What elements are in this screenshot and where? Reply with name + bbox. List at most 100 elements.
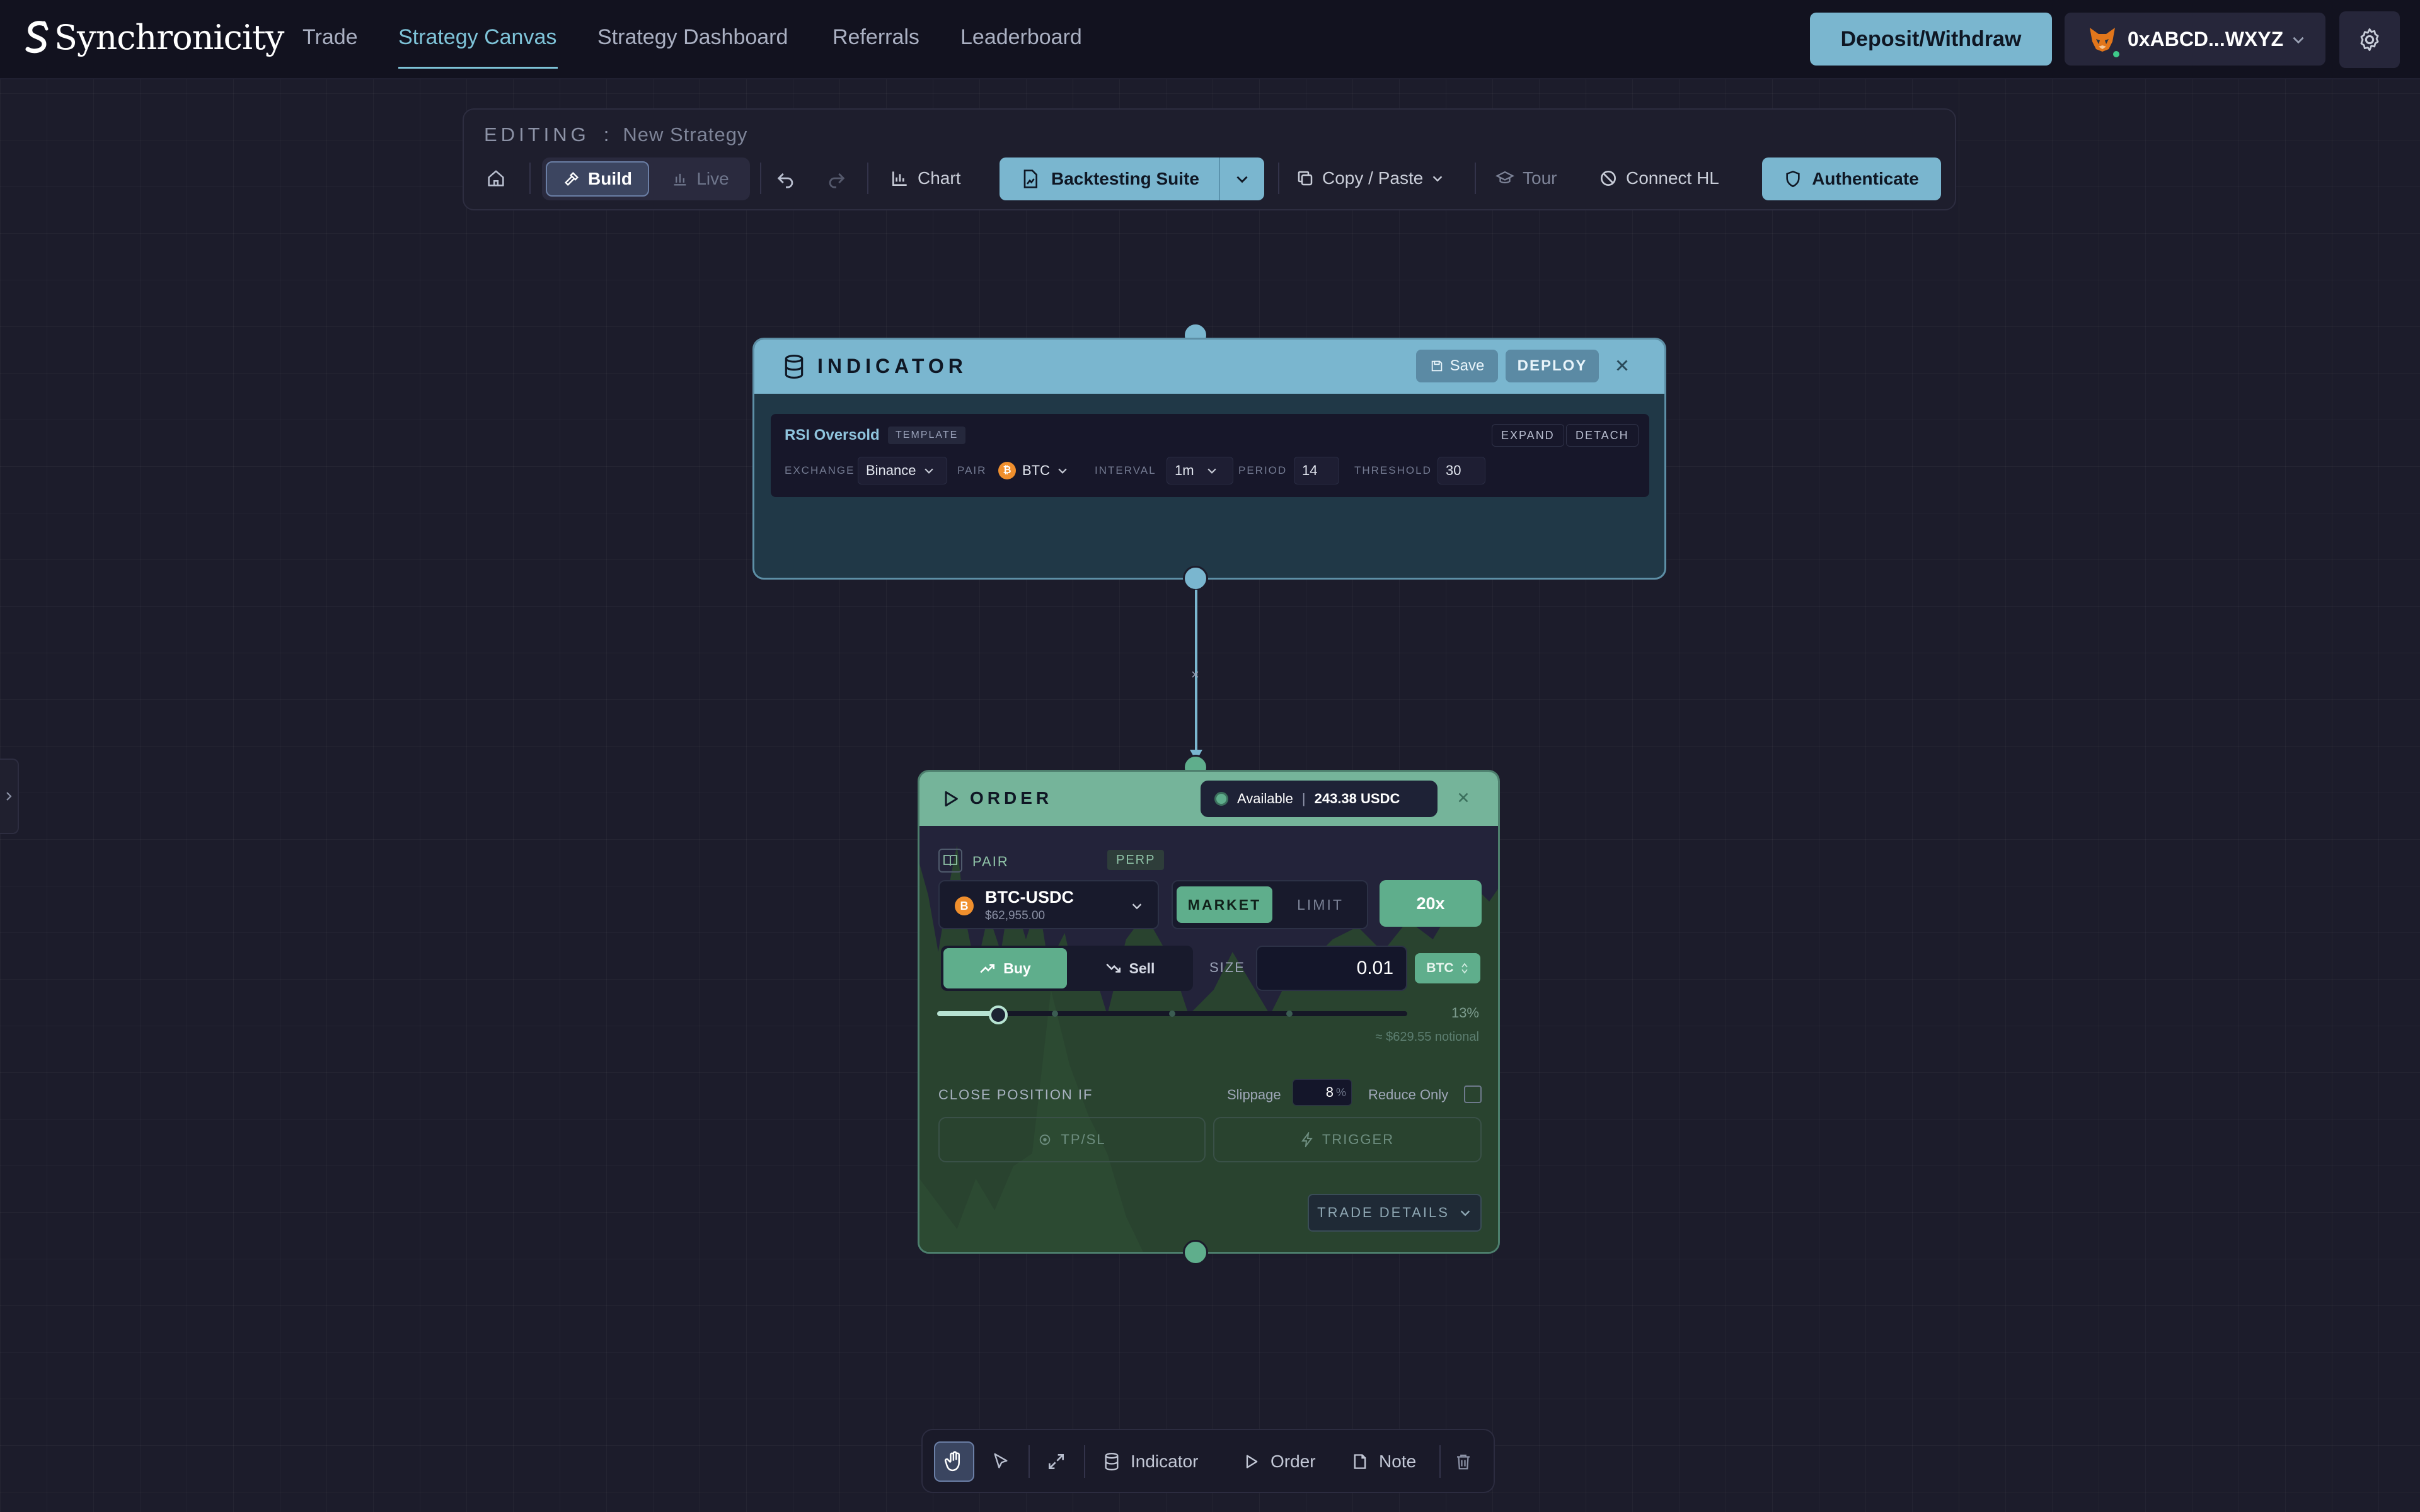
order-pair-label: PAIR [972,854,1009,869]
undo-button[interactable] [775,158,797,199]
order-tool-label: Order [1270,1452,1316,1471]
target-icon [1040,1134,1051,1145]
tour-button[interactable]: Tour [1495,158,1557,199]
deposit-withdraw-button[interactable]: Deposit/Withdraw [1810,13,2052,66]
chart-button[interactable]: Chart [890,158,960,199]
nav-leaderboard[interactable]: Leaderboard [960,25,1082,50]
build-mode-button[interactable]: Build [546,161,649,197]
size-label: SIZE [1209,959,1245,975]
slider-tick [1169,1011,1175,1017]
add-indicator-button[interactable]: Indicator [1103,1441,1198,1482]
strategy-name[interactable]: New Strategy [623,123,747,146]
threshold-input[interactable]: 30 [1438,457,1485,484]
market-order-button[interactable]: MARKET [1177,886,1272,923]
fit-view-button[interactable] [1036,1441,1076,1482]
hand-icon [944,1451,960,1472]
size-slider-handle[interactable] [988,1005,1008,1024]
home-button[interactable] [485,158,507,199]
leverage-button[interactable]: 20x [1380,880,1482,927]
size-input[interactable]: 0.01 [1256,946,1407,991]
graduation-cap-icon [1495,171,1515,183]
delete-button[interactable] [1443,1441,1484,1482]
trade-details-button[interactable]: TRADE DETAILS [1308,1194,1482,1232]
indicator-node-header[interactable]: INDICATOR Save DEPLOY [754,340,1664,394]
lightning-icon [1301,1132,1313,1147]
slippage-unit: % [1335,1085,1346,1099]
trending-up-icon [980,964,995,973]
order-pair-select[interactable]: B BTC-USDC $62,955.00 [938,880,1159,929]
copy-icon [1298,171,1313,186]
indicator-save-button[interactable]: Save [1416,350,1498,382]
undo-icon [777,173,793,188]
pair-select[interactable]: ₿ BTC [990,457,1080,484]
nav-strategy-dashboard[interactable]: Strategy Dashboard [597,25,788,50]
live-mode-button[interactable]: Live [659,161,741,197]
nav-trade[interactable]: Trade [302,25,358,50]
toolbar-divider [760,163,761,194]
indicator-tool-label: Indicator [1131,1452,1199,1471]
exchange-label: EXCHANGE [785,464,855,476]
tpsl-button[interactable]: TP/SL [938,1117,1206,1162]
close-icon[interactable] [1455,789,1472,806]
add-order-button[interactable]: Order [1243,1441,1316,1482]
indicator-deploy-button[interactable]: DEPLOY [1506,350,1599,382]
backtesting-suite-main[interactable]: Backtesting Suite [1000,158,1220,200]
close-icon[interactable] [1613,356,1632,375]
available-label: Available [1237,791,1293,806]
exchange-select[interactable]: Binance [858,457,947,484]
interval-value: 1m [1175,462,1194,478]
reduce-only-checkbox[interactable] [1464,1085,1482,1103]
slider-tick [1286,1011,1293,1017]
order-node[interactable]: ORDER Available | 243.38 USDC PAIR PERP … [918,770,1500,1254]
pair-label: PAIR [957,464,987,476]
connect-hl-button[interactable]: Connect HL [1598,158,1719,199]
mode-toggle: Build Live [542,158,750,200]
order-node-header[interactable]: ORDER Available | 243.38 USDC [919,772,1498,826]
trending-down-icon [1105,963,1121,973]
order-book-icon [938,849,962,873]
buy-button[interactable]: Buy [943,948,1067,988]
slider-tick [1052,1011,1058,1017]
bitcoin-icon: B [955,896,974,915]
nav-referrals[interactable]: Referrals [833,25,919,50]
notional-value: ≈ $629.55 notional [1375,1030,1479,1044]
top-navigation: Synchronicity Trade Strategy Canvas Stra… [0,0,2420,79]
size-unit-label: BTC [1426,961,1454,975]
redo-button[interactable] [826,158,847,199]
wallet-button[interactable]: 0xABCD...WXYZ [2065,13,2325,66]
expand-button[interactable]: EXPAND [1492,424,1564,447]
detach-button[interactable]: DETACH [1566,424,1639,447]
pan-tool-button[interactable] [934,1441,974,1482]
swap-vertical-icon [1461,963,1468,974]
add-note-button[interactable]: Note [1351,1441,1416,1482]
limit-order-button[interactable]: LIMIT [1276,886,1364,923]
trade-details-label: TRADE DETAILS [1317,1205,1449,1220]
backtesting-suite-button[interactable]: Backtesting Suite [1000,158,1264,200]
indicator-output-port[interactable] [1183,566,1208,591]
trigger-button[interactable]: TRIGGER [1213,1117,1482,1162]
order-pair-name: BTC-USDC [985,888,1074,907]
sell-button[interactable]: Sell [1069,948,1190,988]
remove-edge-button[interactable]: × [1191,667,1199,683]
nav-strategy-canvas[interactable]: Strategy Canvas [398,25,556,50]
authenticate-button[interactable]: Authenticate [1762,158,1941,200]
chart-icon [892,171,907,186]
period-input[interactable]: 14 [1294,457,1339,484]
size-unit-button[interactable]: BTC [1415,953,1480,983]
toolbar-divider [529,163,531,194]
interval-select[interactable]: 1m [1167,457,1233,484]
expand-side-panel-button[interactable] [0,759,19,834]
backtesting-dropdown[interactable] [1220,171,1264,187]
app-logo[interactable]: Synchronicity [25,18,284,57]
home-icon [488,170,504,186]
slippage-value: 8 [1325,1084,1334,1100]
gear-icon [2360,28,2379,52]
tour-label: Tour [1523,168,1557,188]
exchange-value: Binance [866,462,916,478]
settings-button[interactable] [2339,11,2400,68]
copy-paste-button[interactable]: Copy / Paste [1296,158,1444,199]
indicator-node[interactable]: INDICATOR Save DEPLOY RSI Oversold TEMPL… [752,338,1666,580]
select-tool-button[interactable] [981,1441,1021,1482]
slippage-input[interactable]: 8 % [1293,1079,1352,1106]
order-output-port[interactable] [1183,1240,1208,1265]
